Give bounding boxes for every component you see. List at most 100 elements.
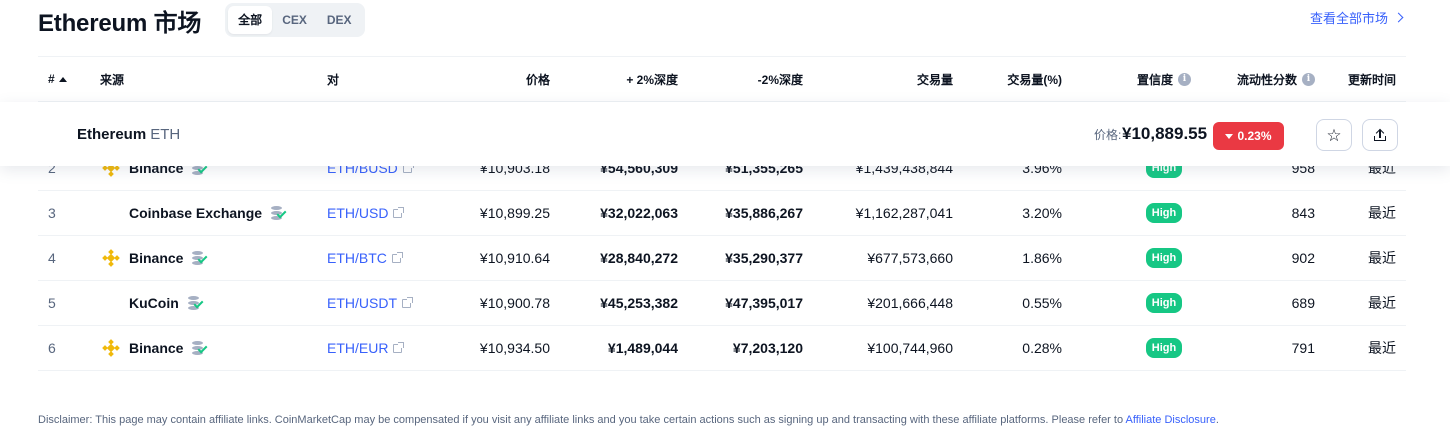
sort-ascending-icon (58, 76, 67, 82)
column-header-num[interactable]: # (48, 57, 88, 101)
confidence-badge: High (1145, 338, 1183, 358)
view-all-label: 查看全部市场 (1309, 11, 1388, 26)
share-button[interactable] (1362, 119, 1398, 151)
row-depth-minus: ¥7,203,120 (732, 340, 803, 356)
external-link-icon[interactable] (391, 251, 403, 263)
chevron-right-icon (1393, 12, 1404, 23)
table-row[interactable]: 5 KuCoin ETH/USDT ¥10,900.78 ¥45,253,382 ¥47,… (38, 281, 1406, 326)
row-pair[interactable]: ETH/USD (327, 191, 447, 235)
row-source[interactable]: KuCoin (100, 281, 320, 325)
page-title: Ethereum 市场 (38, 9, 202, 37)
row-confidence: High (1118, 326, 1210, 370)
row-confidence: High (1118, 236, 1210, 280)
row-rank: 5 (48, 295, 56, 311)
row-liquidity: 791 (1291, 340, 1315, 356)
row-pair[interactable]: ETH/EUR (327, 326, 447, 370)
column-header-source[interactable]: 来源 (100, 57, 320, 101)
row-price: ¥10,900.78 (479, 295, 550, 311)
row-depth-plus: ¥32,022,063 (600, 205, 678, 221)
row-source[interactable]: Coinbase Exchange (100, 191, 320, 235)
tab-cex[interactable]: CEX (272, 6, 317, 34)
pair-link[interactable]: ETH/USD (327, 205, 388, 221)
verified-data-icon (191, 250, 209, 266)
row-liquidity: 689 (1291, 295, 1315, 311)
binance-logo-icon (100, 337, 122, 359)
column-header-updated[interactable]: 更新时间 (1328, 57, 1396, 101)
pair-link[interactable]: ETH/USDT (327, 295, 397, 311)
row-rank: 4 (48, 250, 56, 266)
column-header-price[interactable]: 价格 (458, 57, 550, 101)
external-link-icon[interactable] (393, 206, 405, 218)
row-updated: 最近 (1368, 205, 1396, 221)
confidence-badge: High (1145, 248, 1183, 268)
row-volume-pct: 0.55% (1022, 295, 1062, 311)
external-link-icon[interactable] (393, 341, 405, 353)
affiliate-disclosure-link[interactable]: Affiliate Disclosure (1126, 414, 1216, 426)
price-change-badge: 0.23% (1213, 122, 1284, 150)
row-liquidity: 902 (1291, 250, 1315, 266)
tab-all[interactable]: 全部 (228, 6, 273, 34)
disclaimer: Disclaimer: This page may contain affili… (38, 414, 1219, 426)
row-volume-pct: 1.86% (1022, 250, 1062, 266)
exchange-name[interactable]: Coinbase Exchange (129, 205, 262, 221)
table-row[interactable]: 3 Coinbase Exchange ETH/USD ¥10,899.25 ¥32,0… (38, 191, 1406, 236)
row-volume-pct: 0.28% (1022, 340, 1062, 356)
coin-name: Ethereum ETH (77, 125, 181, 143)
column-header-depth-minus[interactable]: -2%深度 (688, 57, 803, 101)
info-icon[interactable]: i (1178, 72, 1191, 86)
table-row[interactable]: 6 Binance ETH/EUR ¥10,934.50 ¥1,489,044 ¥7,20… (38, 326, 1406, 371)
column-header-volume-pct[interactable]: 交易量(%) (968, 57, 1062, 101)
binance-logo-icon (100, 247, 122, 269)
row-depth-plus: ¥1,489,044 (607, 340, 678, 356)
pair-link[interactable]: ETH/EUR (327, 340, 388, 356)
external-link-icon[interactable] (402, 296, 413, 308)
row-depth-minus: ¥35,290,377 (725, 250, 803, 266)
row-volume: ¥201,666,448 (867, 295, 953, 311)
price-label: 价格: (1094, 127, 1122, 142)
row-updated: 最近 (1368, 295, 1396, 311)
view-all-markets-link[interactable]: 查看全部市场 (1309, 8, 1404, 27)
column-header-volume[interactable]: 交易量 (813, 57, 953, 101)
coin-price: ¥10,889.55 (1122, 124, 1208, 143)
column-header-confidence[interactable]: 置信度 i (1118, 57, 1210, 101)
row-volume: ¥1,162,287,041 (855, 205, 953, 221)
market-type-tabs: 全部 CEX DEX (225, 3, 365, 37)
table-row[interactable]: 4 Binance ETH/BTC ¥10,910.64 ¥28,840,272 ¥35,… (38, 236, 1406, 281)
column-header-depth-plus[interactable]: + 2%深度 (563, 57, 678, 101)
share-icon (1374, 128, 1386, 141)
confidence-badge: High (1145, 203, 1183, 223)
row-source[interactable]: Binance (100, 326, 320, 370)
pair-link[interactable]: ETH/BTC (327, 250, 387, 266)
row-price: ¥10,934.50 (479, 340, 550, 356)
watchlist-star-button[interactable]: ☆ (1316, 119, 1352, 151)
row-volume-pct: 3.20% (1022, 205, 1062, 221)
exchange-logo-placeholder (100, 202, 122, 224)
row-confidence: High (1118, 191, 1210, 235)
row-updated: 最近 (1368, 250, 1396, 266)
exchange-name[interactable]: Binance (129, 340, 183, 356)
exchange-logo-placeholder (100, 292, 122, 314)
tab-dex[interactable]: DEX (317, 6, 362, 34)
row-depth-plus: ¥28,840,272 (600, 250, 678, 266)
row-pair[interactable]: ETH/USDT (327, 281, 447, 325)
row-depth-minus: ¥35,886,267 (725, 205, 803, 221)
row-price: ¥10,899.25 (479, 205, 550, 221)
sticky-coin-bar: Ethereum ETH 价格: ¥10,889.55 0.23% ☆ (0, 102, 1450, 166)
info-icon[interactable]: i (1302, 72, 1315, 86)
row-rank: 6 (48, 340, 56, 356)
row-pair[interactable]: ETH/BTC (327, 236, 447, 280)
verified-data-icon (270, 205, 288, 221)
row-volume: ¥677,573,660 (867, 250, 953, 266)
row-price: ¥10,910.64 (479, 250, 550, 266)
exchange-name[interactable]: Binance (129, 250, 183, 266)
column-header-pair[interactable]: 对 (327, 57, 447, 101)
caret-down-icon (1225, 133, 1234, 139)
star-icon: ☆ (1326, 125, 1342, 145)
exchange-name[interactable]: KuCoin (129, 295, 179, 311)
column-header-liquidity[interactable]: 流动性分数 i (1218, 57, 1315, 101)
row-liquidity: 843 (1291, 205, 1315, 221)
row-depth-plus: ¥45,253,382 (600, 295, 678, 311)
table-header: # 来源 对 价格 + 2%深度 -2%深度 交易量 交易量(%) 置信度 i … (38, 56, 1406, 102)
row-source[interactable]: Binance (100, 236, 320, 280)
row-volume: ¥100,744,960 (867, 340, 953, 356)
